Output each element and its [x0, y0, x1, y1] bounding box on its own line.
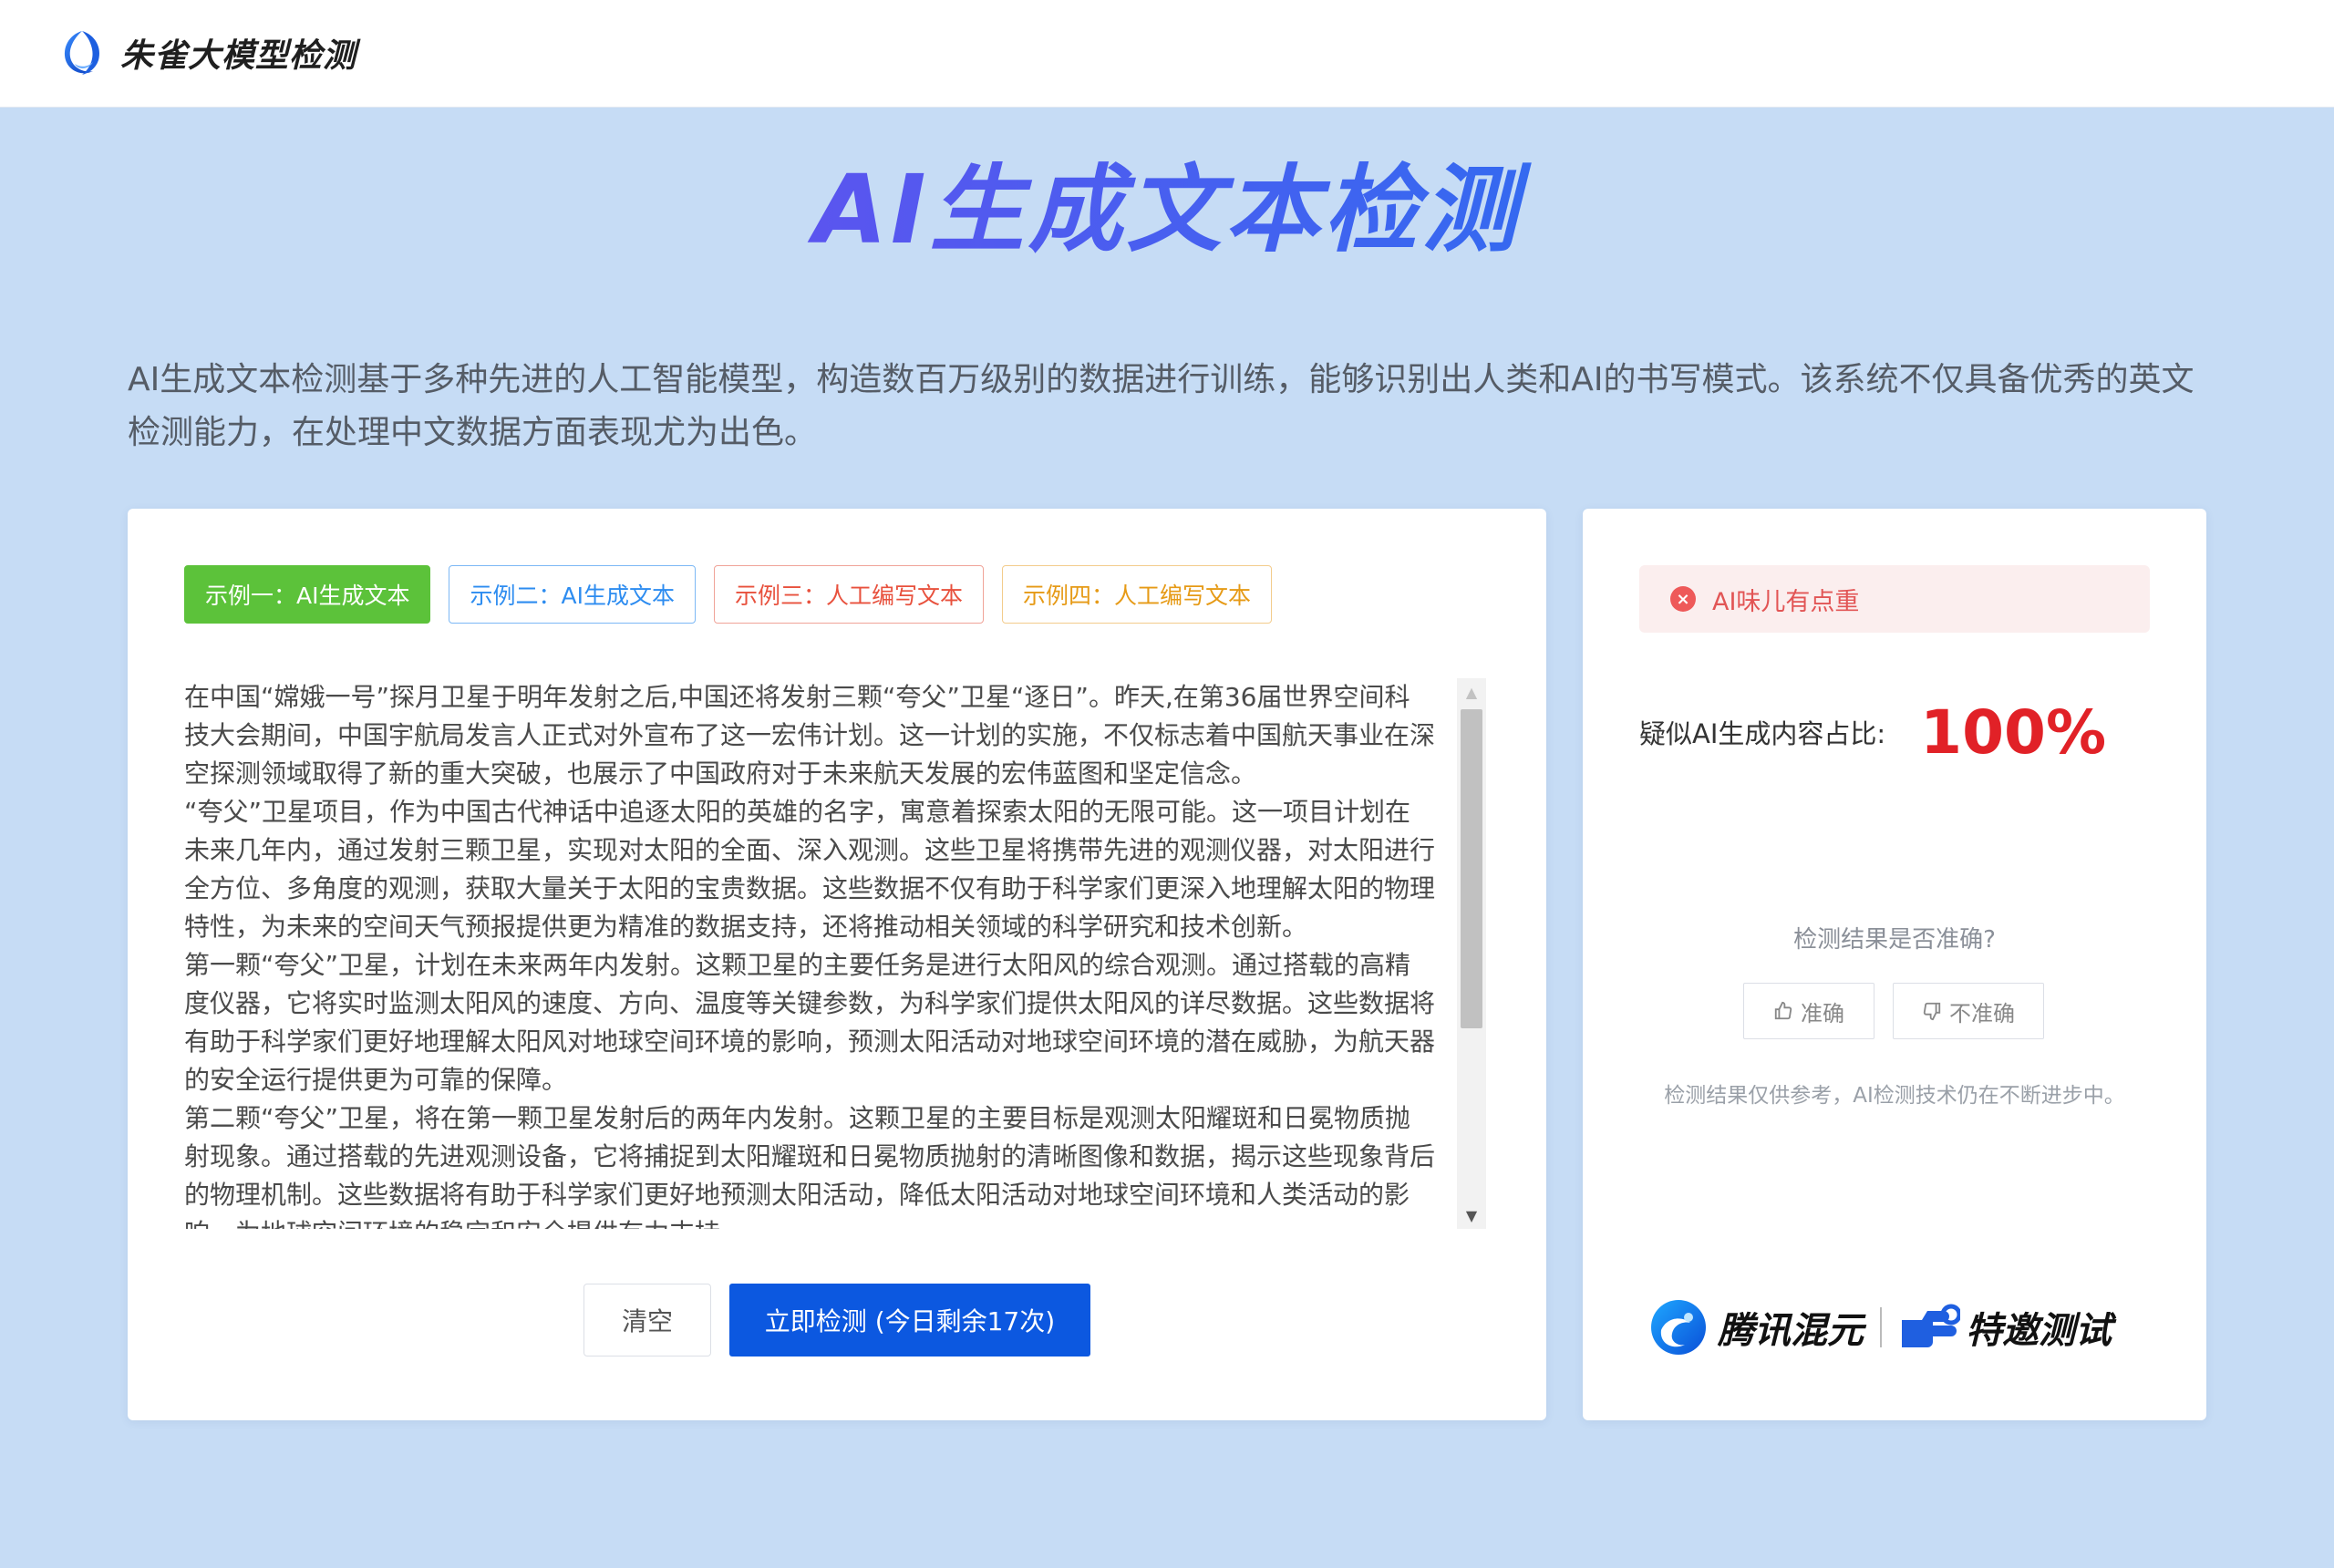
brand-link[interactable]: 朱雀大模型检测	[55, 26, 356, 80]
sample-button-1[interactable]: 示例一：AI生成文本	[184, 565, 431, 624]
inaccurate-label: 不准确	[1949, 1000, 2015, 1026]
partner-name: 腾讯混元	[1718, 1310, 1864, 1352]
ai-ratio-value: 100%	[1920, 696, 2107, 768]
sample-button-2[interactable]: 示例二：AI生成文本	[449, 565, 696, 624]
scroll-thumb[interactable]	[1461, 709, 1482, 1028]
sample-button-3[interactable]: 示例三：人工编写文本	[713, 565, 984, 624]
ai-ratio-row: 疑似AI生成内容占比: 100%	[1639, 682, 2106, 782]
text-paragraph: 在中国“嫦娥一号”探月卫星于明年发射之后,中国还将发射三颗“夸父”卫星“逐日”。…	[184, 682, 1435, 789]
text-paragraph: 第一颗“夸父”卫星，计划在未来两年内发射。这颗卫星的主要任务是进行太阳风的综合观…	[184, 950, 1435, 1095]
disclaimer-text: 检测结果仅供参考，AI检测技术仍在不断进步中。	[1664, 1084, 2125, 1108]
scroll-down-arrow-icon[interactable]: ▼	[1457, 1202, 1486, 1229]
text-input-area[interactable]: 在中国“嫦娥一号”探月卫星于明年发射之后,中国还将发射三颗“夸父”卫星“逐日”。…	[184, 678, 1435, 1229]
text-paragraph: “夸父”卫星项目，作为中国古代神话中追逐太阳的英雄的名字，寓意着探索太阳的无限可…	[184, 797, 1435, 942]
detect-button[interactable]: 立即检测 (今日剩余17次)	[729, 1284, 1090, 1357]
page-title: AI生成文本检测	[0, 155, 2334, 264]
alert-text: AI味儿有点重	[1712, 587, 1860, 616]
intro-text: AI生成文本检测基于多种先进的人工智能模型，构造数百万级别的数据进行训练，能够识…	[128, 361, 2195, 451]
scroll-up-arrow-icon[interactable]: ▲	[1457, 678, 1486, 706]
accurate-label: 准确	[1801, 1000, 1844, 1026]
partner-tag: 特邀测试	[1966, 1310, 2112, 1352]
text-scrollbar[interactable]: ▲ ▼	[1457, 678, 1486, 1229]
zhuque-bird-logo-icon	[64, 31, 100, 75]
thumbs-down-icon	[1923, 1002, 1941, 1021]
top-navbar: 朱雀大模型检测	[0, 0, 2334, 108]
text-paragraph: 第二颗“夸父”卫星，将在第一颗卫星发射后的两年内发射。这颗卫星的主要目标是观测太…	[184, 1103, 1435, 1229]
hunyuan-logo-icon	[1651, 1300, 1706, 1355]
partner-divider	[1880, 1307, 1882, 1347]
close-circle-icon: ×	[1670, 586, 1696, 612]
inaccurate-button[interactable]: 不准确	[1893, 983, 2044, 1039]
accurate-button[interactable]: 准确	[1743, 983, 1874, 1039]
sample-buttons: 示例一：AI生成文本 示例二：AI生成文本 示例三：人工编写文本 示例四：人工编…	[184, 565, 1272, 624]
input-card: 示例一：AI生成文本 示例二：AI生成文本 示例三：人工编写文本 示例四：人工编…	[128, 509, 1546, 1420]
pointing-hand-icon	[1902, 1304, 1960, 1347]
feedback-question: 检测结果是否准确?	[1793, 926, 1996, 954]
feedback-buttons: 准确 不准确	[1743, 983, 2044, 1039]
sample-button-4[interactable]: 示例四：人工编写文本	[1001, 565, 1272, 624]
thumbs-up-icon	[1774, 1001, 1792, 1020]
clear-button[interactable]: 清空	[584, 1284, 711, 1357]
ai-ratio-label: 疑似AI生成内容占比:	[1639, 718, 1886, 749]
result-alert: × AI味儿有点重	[1639, 565, 2150, 633]
partner-badge: 腾讯混元 特邀测试	[1648, 1293, 2112, 1362]
brand-name: 朱雀大模型检测	[120, 37, 357, 75]
result-card: × AI味儿有点重 疑似AI生成内容占比: 100% 检测结果是否准确? 准确 …	[1583, 509, 2206, 1420]
